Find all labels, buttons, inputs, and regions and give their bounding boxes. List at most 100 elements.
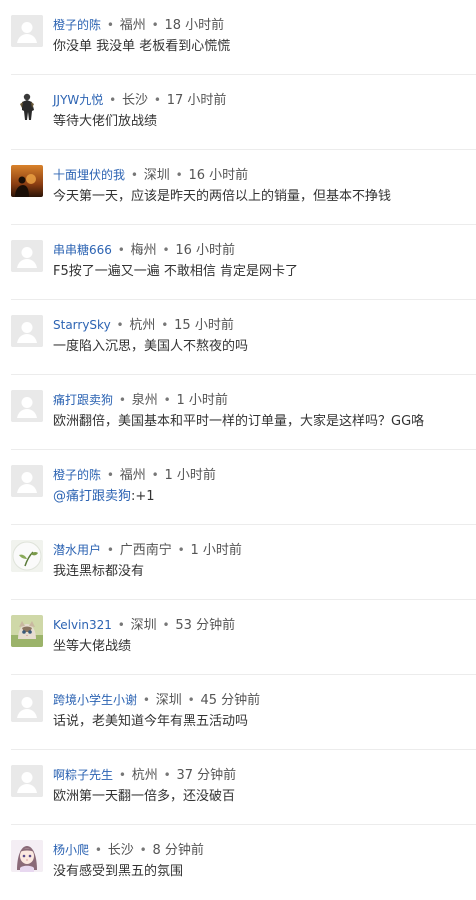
comment-content: 一度陷入沉思，美国人不熬夜的吗 xyxy=(53,339,249,354)
comment-meta: 十面埋伏的我 • 深圳 • 16 小时前 xyxy=(53,165,248,186)
comment-location: 泉州 xyxy=(131,393,158,408)
comment-username[interactable]: JJYW九悦 xyxy=(53,93,103,107)
comment-item: StarrySky • 杭州 • 15 小时前 一度陷入沉思，美国人不熬夜的吗 xyxy=(0,300,476,375)
meta-separator: • xyxy=(91,843,106,857)
meta-separator: • xyxy=(147,468,163,482)
comment-location: 长沙 xyxy=(107,843,134,858)
meta-separator: • xyxy=(115,768,130,782)
meta-separator: • xyxy=(127,168,142,182)
comment-username[interactable]: Kelvin321 xyxy=(53,618,112,632)
comment-location: 梅州 xyxy=(130,243,157,258)
meta-separator: • xyxy=(113,618,129,632)
comment-list: 橙子的陈 • 福州 • 18 小时前 你没单 我没单 老板看到心慌慌 JJYW九… xyxy=(0,0,476,897)
comment-content: 你没单 我没单 老板看到心慌慌 xyxy=(53,39,231,54)
comment-location: 深圳 xyxy=(143,168,170,183)
meta-separator: • xyxy=(105,93,120,107)
meta-separator: • xyxy=(135,843,151,857)
comment-location: 广西南宁 xyxy=(119,543,172,558)
comment-meta: 串串糖666 • 梅州 • 16 小时前 xyxy=(53,240,235,261)
anime-girl-avatar-icon[interactable] xyxy=(11,840,43,872)
comment-meta: 潜水用户 • 广西南宁 • 1 小时前 xyxy=(53,540,242,561)
comment-time: 1 小时前 xyxy=(164,468,216,483)
default-avatar-icon[interactable] xyxy=(11,765,43,797)
meta-separator: • xyxy=(173,543,189,557)
default-avatar-icon[interactable] xyxy=(11,690,43,722)
sunset-avatar-icon[interactable] xyxy=(11,165,43,197)
comment-time: 45 分钟前 xyxy=(200,693,261,708)
comment-time: 53 分钟前 xyxy=(175,618,236,633)
meta-separator: • xyxy=(112,318,128,332)
comment-username[interactable]: 痛打跟卖狗 xyxy=(53,393,113,407)
comment-item: 潜水用户 • 广西南宁 • 1 小时前 我连黑标都没有 xyxy=(0,525,476,600)
meta-separator: • xyxy=(159,393,175,407)
comment-item: 橙子的陈 • 福州 • 1 小时前 @痛打跟卖狗:+1 xyxy=(0,450,476,525)
meta-separator: • xyxy=(103,468,118,482)
meta-separator: • xyxy=(115,393,130,407)
comment-username[interactable]: 十面埋伏的我 xyxy=(53,168,125,182)
default-avatar-icon[interactable] xyxy=(11,315,43,347)
comment-content: 我连黑标都没有 xyxy=(53,564,145,579)
comment-item: 痛打跟卖狗 • 泉州 • 1 小时前 欧洲翻倍，美国基本和平时一样的订单量，大家… xyxy=(0,375,476,450)
default-avatar-icon[interactable] xyxy=(11,240,43,272)
comment-username[interactable]: 跨境小学生小谢 xyxy=(53,693,137,707)
comment-meta: Kelvin321 • 深圳 • 53 分钟前 xyxy=(53,615,235,636)
comment-location: 杭州 xyxy=(129,318,156,333)
comment-item: 跨境小学生小谢 • 深圳 • 45 分钟前 话说，老美知道今年有黑五活动吗 xyxy=(0,675,476,750)
plant-avatar-icon[interactable] xyxy=(11,540,43,572)
default-avatar-icon[interactable] xyxy=(11,390,43,422)
comment-item: 串串糖666 • 梅州 • 16 小时前 F5按了一遍又一遍 不敢相信 肯定是网… xyxy=(0,225,476,300)
comment-meta: 橙子的陈 • 福州 • 18 小时前 xyxy=(53,15,224,36)
meta-separator: • xyxy=(147,18,163,32)
meta-separator: • xyxy=(171,168,187,182)
cat-avatar-icon[interactable] xyxy=(11,615,43,647)
comment-meta: 啊粽子先生 • 杭州 • 37 分钟前 xyxy=(53,765,236,786)
comment-meta: 痛打跟卖狗 • 泉州 • 1 小时前 xyxy=(53,390,228,411)
mention-link[interactable]: @痛打跟卖狗 xyxy=(53,489,131,504)
comment-username[interactable]: 潜水用户 xyxy=(53,543,101,557)
comment-location: 福州 xyxy=(119,18,146,33)
comment-content: 欧洲翻倍，美国基本和平时一样的订单量，大家是这样吗？GG咯 xyxy=(53,414,425,429)
comment-item: 啊粽子先生 • 杭州 • 37 分钟前 欧洲第一天翻一倍多，还没破百 xyxy=(0,750,476,825)
comment-username[interactable]: 串串糖666 xyxy=(53,243,112,257)
comment-content: @痛打跟卖狗:+1 xyxy=(53,487,155,507)
comment-location: 杭州 xyxy=(131,768,158,783)
comment-location: 长沙 xyxy=(122,93,149,108)
comment-content: 话说，老美知道今年有黑五活动吗 xyxy=(53,714,249,729)
comment-username[interactable]: StarrySky xyxy=(53,318,111,332)
comment-content: F5按了一遍又一遍 不敢相信 肯定是网卡了 xyxy=(53,264,299,279)
meta-separator: • xyxy=(157,318,173,332)
comment-location: 福州 xyxy=(119,468,146,483)
figure-avatar-icon[interactable] xyxy=(11,90,43,122)
comment-meta: StarrySky • 杭州 • 15 小时前 xyxy=(53,315,234,336)
comment-username[interactable]: 啊粽子先生 xyxy=(53,768,113,782)
comment-location: 深圳 xyxy=(155,693,182,708)
comment-text: :+1 xyxy=(131,489,155,504)
default-avatar-icon[interactable] xyxy=(11,15,43,47)
meta-separator: • xyxy=(159,768,175,782)
comment-item: 橙子的陈 • 福州 • 18 小时前 你没单 我没单 老板看到心慌慌 xyxy=(0,0,476,75)
meta-separator: • xyxy=(183,693,199,707)
comment-time: 16 小时前 xyxy=(188,168,249,183)
comment-content: 今天第一天，应该是昨天的两倍以上的销量，但基本不挣钱 xyxy=(53,189,392,204)
comment-meta: 橙子的陈 • 福州 • 1 小时前 xyxy=(53,465,216,486)
comment-item: Kelvin321 • 深圳 • 53 分钟前 坐等大佬战绩 xyxy=(0,600,476,675)
comment-content: 没有感受到黑五的氛围 xyxy=(53,864,184,879)
comment-content: 欧洲第一天翻一倍多，还没破百 xyxy=(53,789,236,804)
meta-separator: • xyxy=(113,243,129,257)
comment-meta: JJYW九悦 • 长沙 • 17 小时前 xyxy=(53,90,226,111)
default-avatar-icon[interactable] xyxy=(11,465,43,497)
comment-location: 深圳 xyxy=(130,618,157,633)
comment-item: 十面埋伏的我 • 深圳 • 16 小时前 今天第一天，应该是昨天的两倍以上的销量… xyxy=(0,150,476,225)
comment-meta: 杨小爬 • 长沙 • 8 分钟前 xyxy=(53,840,204,861)
comment-meta: 跨境小学生小谢 • 深圳 • 45 分钟前 xyxy=(53,690,260,711)
comment-username[interactable]: 橙子的陈 xyxy=(53,18,101,32)
meta-separator: • xyxy=(150,93,165,107)
comment-username[interactable]: 橙子的陈 xyxy=(53,468,101,482)
comment-username[interactable]: 杨小爬 xyxy=(53,843,89,857)
comment-time: 37 分钟前 xyxy=(176,768,237,783)
comment-item: 杨小爬 • 长沙 • 8 分钟前 没有感受到黑五的氛围 xyxy=(0,825,476,900)
comment-time: 17 小时前 xyxy=(166,93,227,108)
comment-time: 18 小时前 xyxy=(164,18,225,33)
comment-time: 15 小时前 xyxy=(174,318,234,333)
meta-separator: • xyxy=(139,693,154,707)
